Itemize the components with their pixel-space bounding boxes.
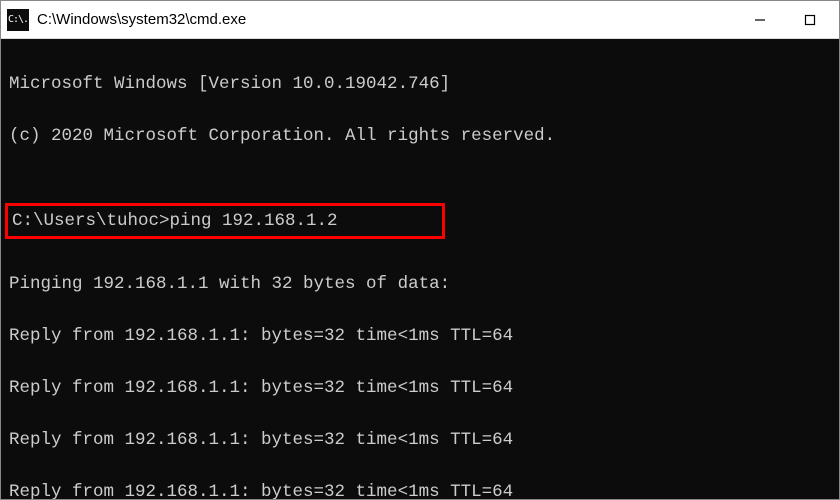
titlebar[interactable]: C:\. C:\Windows\system32\cmd.exe (1, 1, 839, 39)
maximize-button[interactable] (785, 1, 835, 38)
window-controls (735, 1, 835, 38)
version-line: Microsoft Windows [Version 10.0.19042.74… (9, 71, 831, 97)
command-input: ping 192.168.1.2 (170, 211, 338, 231)
reply-line: Reply from 192.168.1.1: bytes=32 time<1m… (9, 479, 831, 499)
reply-line: Reply from 192.168.1.1: bytes=32 time<1m… (9, 427, 831, 453)
cmd-window: C:\. C:\Windows\system32\cmd.exe Microso… (0, 0, 840, 500)
reply-line: Reply from 192.168.1.1: bytes=32 time<1m… (9, 323, 831, 349)
cmd-icon-text: C:\. (8, 14, 28, 25)
window-title: C:\Windows\system32\cmd.exe (37, 11, 735, 28)
copyright-line: (c) 2020 Microsoft Corporation. All righ… (9, 123, 831, 149)
ping-header: Pinging 192.168.1.1 with 32 bytes of dat… (9, 271, 831, 297)
terminal-output[interactable]: Microsoft Windows [Version 10.0.19042.74… (1, 39, 839, 499)
command-highlight: C:\Users\tuhoc>ping 192.168.1.2 (5, 203, 445, 239)
cmd-icon: C:\. (7, 9, 29, 31)
reply-line: Reply from 192.168.1.1: bytes=32 time<1m… (9, 375, 831, 401)
prompt: C:\Users\tuhoc> (12, 211, 170, 231)
minimize-button[interactable] (735, 1, 785, 38)
